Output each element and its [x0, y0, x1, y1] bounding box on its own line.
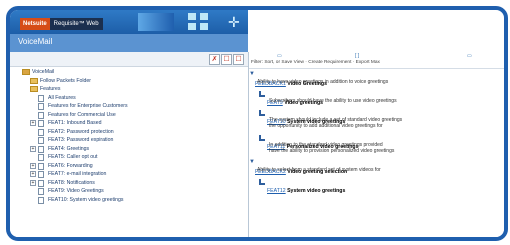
document-icon	[38, 188, 44, 195]
brand-logo: Netsuite Requisite™ Web	[20, 18, 103, 30]
document-icon	[38, 94, 44, 102]
tree-item[interactable]: + FEAT6: Forwarding	[10, 162, 248, 171]
tree-item-label: FEAT10: System video greetings	[48, 196, 124, 203]
tree-item-label: FEAT9: Video Greetings	[48, 188, 104, 194]
document-toolbar: ▭ [ ] ▭ Filter: Sort, or Save View · Cre…	[249, 52, 504, 69]
tree-item[interactable]: VoiceMail	[10, 68, 248, 77]
tree-item[interactable]: + FEAT8: Notifications	[10, 179, 248, 188]
document-icon	[38, 137, 44, 144]
tree-item-label: Features for Commercial Use	[48, 111, 116, 118]
view-toggle-2-icon[interactable]: ☐	[233, 54, 244, 65]
header-graphic	[138, 13, 174, 31]
item-description: Ability to select from a standard set of…	[257, 167, 381, 173]
document-pane: ▭ [ ] ▭ Filter: Sort, or Save View · Cre…	[249, 34, 504, 237]
tree-item[interactable]: + FEAT1: Inbound Based	[10, 119, 248, 128]
trace-arrow-icon	[259, 110, 265, 116]
tree-item[interactable]: FEAT5: Caller opt out	[10, 153, 248, 162]
brand-part1: Netsuite	[20, 18, 50, 30]
tab-3-icon[interactable]: ▭	[467, 53, 472, 59]
header-sparkle-icon: ✛	[228, 14, 240, 30]
document-icon	[38, 196, 44, 204]
expand-icon[interactable]: +	[30, 162, 36, 169]
tree-item[interactable]: Features for Enterprise Customers	[10, 102, 248, 111]
item-title: System video greetings	[285, 188, 346, 194]
brand-part2: Requisite™ Web	[49, 18, 103, 30]
document-icon	[38, 103, 44, 110]
tree-item-label: FEAT2: Password protection	[48, 128, 114, 135]
tree-item-label: FEAT5: Caller opt out	[48, 154, 98, 160]
document-icon	[38, 171, 44, 178]
filter-text[interactable]: Filter: Sort, or Save View · Create Requ…	[251, 60, 380, 65]
tree-item[interactable]: Features	[10, 85, 248, 94]
explorer-pane: ✗ ☐ ☐ VoiceMail Follow Packets Folder Feat…	[10, 52, 249, 237]
tree-item-label: FEAT4: Greetings	[48, 145, 90, 152]
document-content: ▼ FEEDBACK1 Video Greetings Ability to hav…	[249, 70, 504, 237]
tree-item[interactable]: FEAT2: Password protection	[10, 128, 248, 137]
tree-item[interactable]: FEAT9: Video Greetings	[10, 187, 248, 196]
app-frame: Netsuite Requisite™ Web ✛ VoiceMail ✗ ☐ …	[6, 6, 508, 241]
tree-item[interactable]: + FEAT7: e-mail integration	[10, 170, 248, 179]
expand-icon[interactable]: +	[30, 179, 36, 186]
expand-icon[interactable]: +	[30, 120, 36, 126]
document-icon	[38, 154, 44, 161]
expand-icon[interactable]: +	[30, 171, 36, 177]
app-title-bar: VoiceMail	[10, 34, 248, 53]
item-description: the opportunity to add additional video …	[269, 123, 383, 129]
expand-icon[interactable]: +	[30, 145, 36, 152]
document-icon	[38, 128, 44, 136]
toolbar-icons: ▭ [ ] ▭	[257, 53, 504, 60]
tab-icon[interactable]: ▭	[277, 53, 282, 59]
folder-icon	[30, 86, 38, 92]
folder-icon	[30, 77, 38, 84]
tree-item[interactable]: + FEAT4: Greetings	[10, 145, 248, 154]
tree-item-label: FEAT6: Forwarding	[48, 162, 93, 169]
item-description: have the ability to provision personaliz…	[269, 148, 395, 154]
tree-item-label: All Features	[48, 94, 76, 101]
tree-item[interactable]: FEAT3: Password expiration	[10, 136, 248, 145]
tree-item-label: Follow Packets Folder	[40, 77, 92, 84]
document-icon	[38, 162, 44, 170]
item-description: Ability to have video greetings in addit…	[257, 79, 389, 85]
trace-arrow-icon	[259, 179, 265, 185]
delete-icon[interactable]: ✗	[209, 54, 220, 65]
tree-item-label: Features	[40, 86, 61, 92]
tab-2-icon[interactable]: [ ]	[355, 53, 359, 59]
app-title: VoiceMail	[18, 37, 53, 46]
trace-arrow-icon	[259, 135, 265, 141]
tree-item-label: FEAT1: Inbound Based	[48, 120, 102, 126]
explorer-toolbar: ✗ ☐ ☐	[10, 52, 248, 67]
tree-item[interactable]: FEAT10: System video greetings	[10, 196, 248, 205]
document-icon	[38, 179, 44, 187]
tree-item[interactable]: Features for Commercial Use	[10, 111, 248, 120]
project-icon	[22, 69, 30, 75]
tree-item-label: Features for Enterprise Customers	[48, 103, 128, 109]
trace-arrow-icon	[259, 91, 265, 97]
item-description: Subscribers should have the ability to u…	[269, 98, 397, 104]
tree-item-label: FEAT7: e-mail integration	[48, 171, 107, 177]
tree-item-label: FEAT8: Notifications	[48, 179, 95, 186]
document-icon	[38, 120, 44, 127]
item-heading: FEAT12 System video greetings	[267, 179, 345, 197]
document-icon	[38, 111, 44, 119]
tree-item-label: VoiceMail	[32, 69, 55, 75]
tree-item-label: FEAT3: Password expiration	[48, 137, 114, 143]
view-toggle-icon[interactable]: ☐	[221, 54, 232, 65]
header-blank-area	[248, 10, 504, 34]
item-id-link[interactable]: FEAT12	[267, 188, 286, 194]
tree-item[interactable]: Follow Packets Folder	[10, 77, 248, 86]
header-pattern-icon	[188, 13, 210, 31]
tree-item[interactable]: All Features	[10, 94, 248, 103]
project-tree: VoiceMail Follow Packets Folder Features Al…	[10, 68, 248, 237]
document-icon	[38, 145, 44, 153]
